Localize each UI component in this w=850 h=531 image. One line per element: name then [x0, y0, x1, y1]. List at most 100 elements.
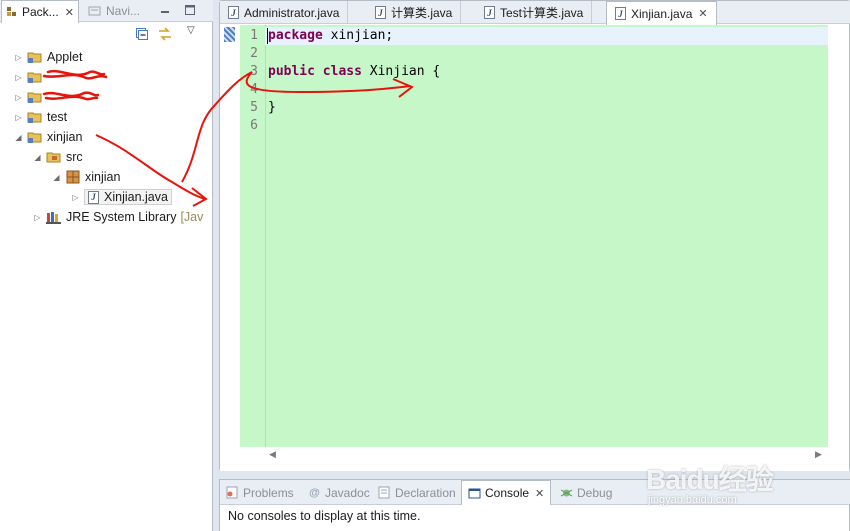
- tab-javadoc[interactable]: @ Javadoc: [308, 480, 370, 505]
- editor-tab-label: 计算类.java: [391, 6, 453, 20]
- scroll-left-icon[interactable]: ◀: [269, 449, 276, 460]
- tree-item-redacted-project[interactable]: ▷: [14, 67, 47, 87]
- tab-problems[interactable]: Problems: [226, 480, 294, 505]
- tree-item-src[interactable]: ◢ src: [33, 147, 83, 167]
- project-folder-icon: [27, 129, 43, 145]
- tree-item-label: Xinjian.java: [104, 190, 168, 204]
- tree-item-label: JRE System Library: [66, 210, 177, 224]
- tab-console-label: Console: [485, 486, 530, 500]
- collapsed-arrow-icon[interactable]: ▷: [14, 47, 23, 67]
- debug-icon: [560, 486, 573, 499]
- editor-tab-label: Xinjian.java: [631, 6, 693, 21]
- bottom-tab-bar: Problems @ Javadoc Declaration Console ✕…: [220, 480, 850, 505]
- tab-navigator-label: Navi...: [106, 4, 141, 18]
- overview-ruler[interactable]: [828, 25, 849, 447]
- tab-console[interactable]: Console ✕: [461, 480, 552, 505]
- editor-area: J Administrator.java J 计算类.java J Test计算…: [219, 0, 850, 471]
- scroll-right-icon[interactable]: ▶: [815, 449, 822, 460]
- tree-item-xinjian-package[interactable]: ◢ xinjian: [52, 167, 120, 187]
- code-line[interactable]: public class Xinjian {: [268, 63, 440, 81]
- collapsed-arrow-icon[interactable]: ▷: [33, 207, 42, 227]
- close-icon[interactable]: ✕: [698, 7, 707, 20]
- close-icon[interactable]: ✕: [535, 487, 544, 500]
- tree-item-label: xinjian: [85, 170, 121, 184]
- tab-package-explorer[interactable]: Pack... ✕: [1, 0, 79, 23]
- tab-declaration[interactable]: Declaration: [378, 480, 456, 505]
- quick-diff-marker-icon: [224, 27, 235, 42]
- tree-item-xinjian-project[interactable]: ◢ xinjian: [14, 127, 82, 147]
- javadoc-icon: @: [309, 486, 320, 499]
- source-folder-icon: [46, 149, 62, 165]
- navigator-icon: [88, 5, 102, 17]
- editor-tab-label: Administrator.java: [244, 5, 340, 20]
- vertical-ruler: [224, 27, 240, 447]
- line-number: 5: [250, 100, 258, 115]
- expanded-arrow-icon[interactable]: ◢: [33, 147, 42, 167]
- tab-package-explorer-label: Pack...: [22, 5, 59, 19]
- code-line[interactable]: package xinjian;: [268, 27, 393, 45]
- code-text-area[interactable]: [265, 25, 828, 447]
- selected-file-highlight[interactable]: J Xinjian.java: [84, 189, 172, 205]
- tree-item-redacted-project[interactable]: ▷: [14, 87, 47, 107]
- package-explorer-icon: [6, 6, 18, 18]
- code-text: }: [268, 100, 276, 115]
- expanded-arrow-icon[interactable]: ◢: [52, 167, 61, 187]
- collapsed-arrow-icon[interactable]: ▷: [14, 67, 23, 87]
- tree-item-jre-library[interactable]: ▷ JRE System Library [Jav: [33, 207, 203, 227]
- package-explorer-view: Pack... ✕ Navi... ▽ ▷ Applet ▷ ▷ ▷ test …: [0, 0, 213, 531]
- editor-tab-label: Test计算类.java: [500, 6, 584, 20]
- console-view: Problems @ Javadoc Declaration Console ✕…: [219, 479, 850, 531]
- code-editor[interactable]: 1 2 3 4 5 6 package xinjian; public clas…: [220, 25, 849, 471]
- collapsed-arrow-icon[interactable]: ▷: [71, 187, 80, 207]
- line-number: 4: [250, 82, 258, 97]
- code-line[interactable]: }: [268, 99, 276, 117]
- horizontal-scrollbar[interactable]: ◀ ▶: [265, 447, 828, 463]
- console-message: No consoles to display at this time.: [228, 509, 421, 523]
- code-keyword: package: [268, 28, 323, 43]
- collapsed-arrow-icon[interactable]: ▷: [14, 87, 23, 107]
- tab-problems-label: Problems: [243, 485, 294, 500]
- tab-calculator-java[interactable]: J 计算类.java: [367, 1, 462, 24]
- java-file-icon: J: [228, 6, 239, 19]
- close-icon[interactable]: ✕: [65, 6, 74, 19]
- collapse-all-icon[interactable]: [135, 27, 149, 44]
- project-folder-icon: [27, 49, 43, 65]
- maximize-button[interactable]: [184, 4, 196, 16]
- project-folder-icon: [27, 69, 43, 85]
- text-caret: [267, 28, 268, 44]
- tree-item-label: Applet: [47, 50, 83, 64]
- project-folder-icon: [27, 109, 43, 125]
- tab-debug[interactable]: Debug: [560, 480, 612, 505]
- tree-item-label: src: [66, 150, 83, 164]
- tab-debug-label: Debug: [577, 485, 613, 500]
- console-icon: [468, 487, 481, 500]
- link-with-editor-icon[interactable]: [157, 27, 173, 44]
- package-explorer-toolbar: ▽: [0, 22, 213, 46]
- expanded-arrow-icon[interactable]: ◢: [14, 127, 23, 147]
- tab-navigator[interactable]: Navi...: [84, 0, 144, 22]
- code-text: Xinjian {: [361, 64, 441, 79]
- collapsed-arrow-icon[interactable]: ▷: [14, 107, 23, 127]
- tab-xinjian-java[interactable]: J Xinjian.java ✕: [606, 1, 717, 25]
- tab-administrator-java[interactable]: J Administrator.java: [220, 1, 349, 24]
- line-number: 3: [250, 64, 258, 79]
- java-file-icon: J: [375, 6, 386, 19]
- tab-declaration-label: Declaration: [395, 485, 456, 500]
- editor-tab-bar: J Administrator.java J 计算类.java J Test计算…: [220, 1, 850, 25]
- package-icon: [65, 169, 81, 185]
- tab-test-calculator-java[interactable]: J Test计算类.java: [476, 1, 593, 24]
- project-folder-icon: [27, 89, 43, 105]
- tree-item-xinjian-java[interactable]: ▷ J Xinjian.java: [71, 187, 172, 207]
- tree-item-test[interactable]: ▷ test: [14, 107, 67, 127]
- tree-item-applet[interactable]: ▷ Applet: [14, 47, 82, 67]
- view-menu-icon[interactable]: ▽: [187, 25, 195, 36]
- code-keyword: class: [322, 64, 362, 79]
- java-file-icon: J: [88, 190, 99, 204]
- minimize-button[interactable]: [159, 4, 171, 16]
- line-number: 2: [250, 46, 258, 61]
- line-number: 6: [250, 118, 258, 133]
- declaration-icon: [378, 486, 391, 499]
- package-explorer-tab-bar: Pack... ✕ Navi...: [0, 0, 213, 23]
- java-file-icon: J: [615, 7, 626, 20]
